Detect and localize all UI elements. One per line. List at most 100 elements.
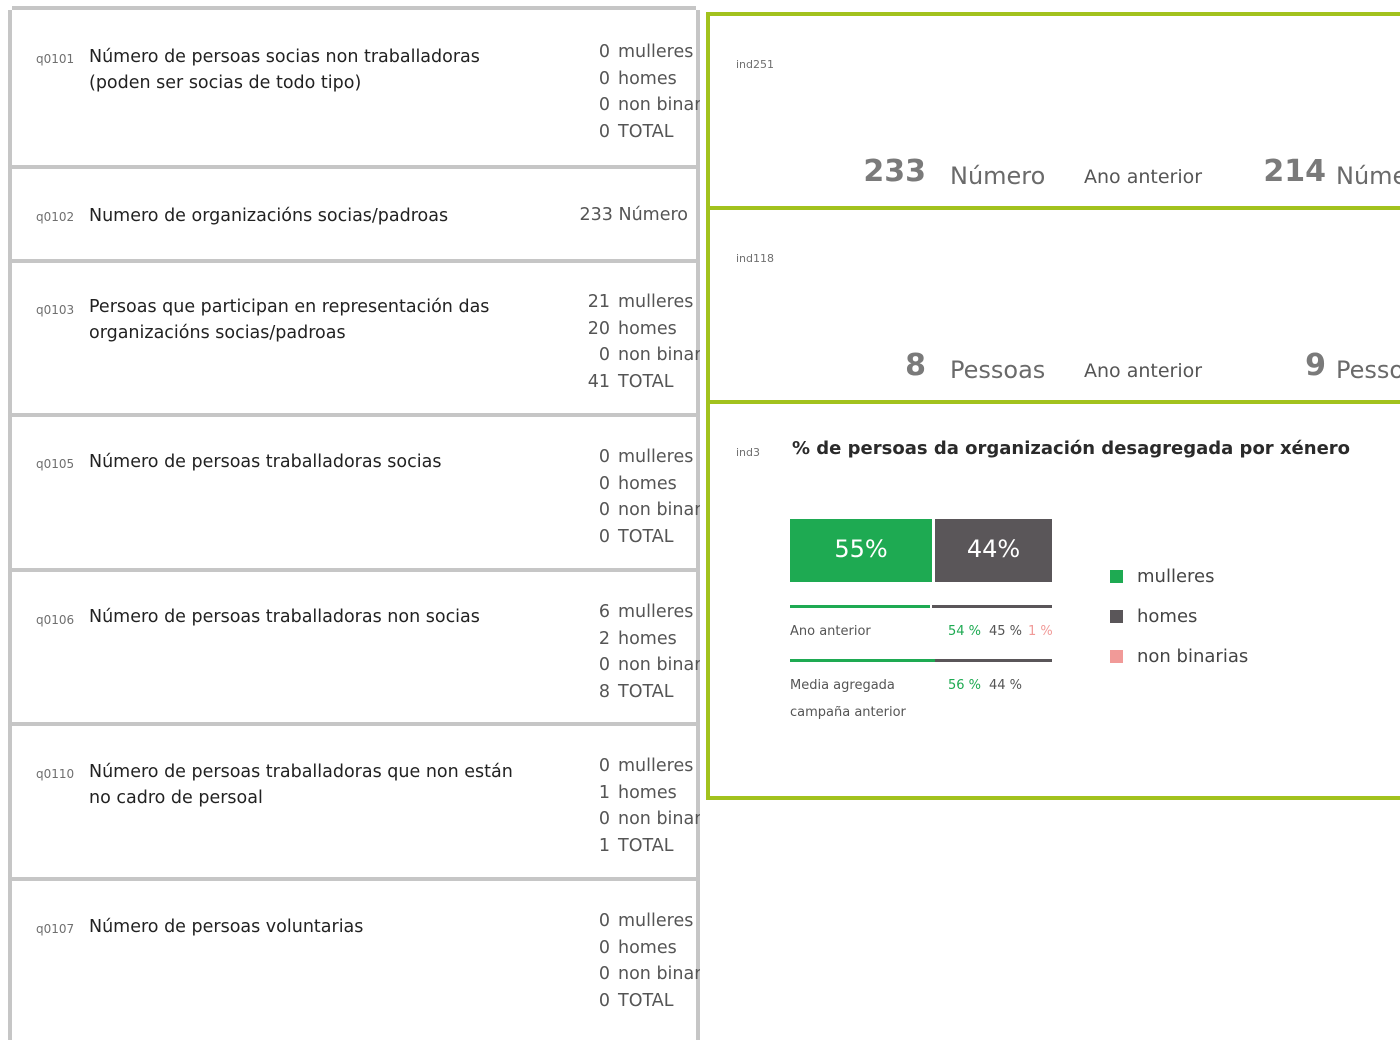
value-label: mulleres [618, 756, 694, 776]
value: 0 [598, 964, 610, 984]
value: 0 [598, 447, 610, 467]
bar-mulleres: 55% [790, 519, 932, 582]
legend-swatch [1110, 610, 1123, 623]
value-label: homes [618, 628, 677, 649]
value-label: non binarias [618, 809, 700, 829]
value: 0 [598, 990, 610, 1011]
question-values: 0 mulleres 1 homes 0 non binarias 1 TOTAL [568, 753, 700, 859]
legend-swatch [1110, 650, 1123, 663]
question-values: 0 mulleres 0 homes 0 non binarias 0 TOTAL [568, 908, 700, 1014]
avg-label-line2: campaña anterior [790, 705, 906, 720]
value-label: TOTAL [618, 835, 674, 856]
value-label: TOTAL [618, 121, 674, 142]
question-text: Número de persoas voluntarias [89, 917, 364, 937]
kpi-prev-value: 9 [1305, 348, 1326, 383]
value: 0 [598, 95, 610, 115]
value: 21 [587, 292, 610, 312]
kpi-prev-label: Ano anterior [1084, 360, 1203, 382]
question-text: Número de persoas socias non traballador… [89, 47, 480, 93]
value: 0 [598, 911, 610, 931]
kpi-prev-value: 214 [1263, 154, 1326, 189]
indicator-ind3: ind3 % de persoas da organización desagr… [706, 400, 1400, 800]
prev-pct-non-binarias: 1 % [1028, 624, 1053, 639]
value: 0 [598, 345, 610, 365]
value-label: mulleres [618, 602, 694, 622]
value: 0 [598, 937, 610, 958]
value-label: mulleres [618, 447, 694, 467]
question-row-q0101: q0101 Número de persoas socias non traba… [12, 6, 700, 166]
value-label: homes [618, 937, 677, 958]
value-label: mulleres [618, 911, 694, 931]
question-code: q0107 [36, 922, 75, 936]
value: 1 [598, 835, 610, 856]
legend-mulleres: mulleres [1110, 566, 1214, 587]
prev-bar-mulleres [790, 605, 930, 608]
question-row-q0105: q0105 Número de persoas traballadoras so… [12, 413, 700, 568]
question-row-q0103: q0103 Persoas que participan en represen… [12, 259, 700, 414]
legend-swatch [1110, 570, 1123, 583]
indicator-ind118: ind118 8 Pessoas Ano anterior 9 Pessoas [706, 206, 1400, 404]
indicator-ind251: ind251 233 Número Ano anterior 214 Númer… [706, 12, 1400, 210]
avg-bar-homes [935, 659, 1052, 662]
question-code: q0110 [36, 767, 75, 781]
question-code: q0101 [36, 52, 75, 66]
value: 0 [598, 526, 610, 547]
value-label: mulleres [618, 292, 694, 312]
kpi-unit: Número [950, 162, 1046, 190]
question-values: 0 mulleres 0 homes 0 non binarias 0 TOTAL [568, 39, 700, 145]
prev-pct-mulleres: 54 % [948, 624, 982, 639]
value: 0 [598, 500, 610, 520]
question-text: Persoas que participan en representación… [89, 297, 490, 343]
question-text: Numero de organizacións socias/padroas [89, 206, 449, 226]
value-label: non binarias [618, 500, 700, 520]
value: 6 [598, 602, 610, 622]
questions-panel: q0101 Número de persoas socias non traba… [8, 6, 700, 1040]
value: 8 [598, 681, 610, 702]
legend-label: mulleres [1137, 566, 1215, 587]
question-values: 6 mulleres 2 homes 0 non binarias 8 TOTAL [568, 599, 700, 705]
value: 2 [598, 628, 610, 649]
avg-label-line1: Media agregada [790, 678, 895, 693]
value-label: TOTAL [618, 990, 674, 1011]
prev-bar-homes [932, 605, 1052, 608]
value: 0 [598, 121, 610, 142]
question-row-q0106: q0106 Número de persoas traballadoras no… [12, 568, 700, 723]
value-label: homes [618, 782, 677, 803]
question-values: 21 mulleres 20 homes 0 non binarias 41 TOTAL [568, 289, 700, 395]
question-row-q0102: q0102 Numero de organizacións socias/pad… [12, 165, 696, 262]
avg-label: Media agregada campaña anterior [790, 672, 906, 726]
legend-label: non binarias [1137, 646, 1249, 667]
legend-homes: homes [1110, 606, 1197, 627]
kpi-value: 233 [863, 154, 926, 189]
value-label: non binarias [618, 964, 700, 984]
question-code: q0105 [36, 457, 75, 471]
question-value: 233 Número [579, 205, 688, 225]
indicator-code: ind251 [736, 58, 775, 71]
value-label: homes [618, 473, 677, 494]
avg-pct-mulleres: 56 % [948, 678, 982, 693]
value-label: TOTAL [618, 526, 674, 547]
value: 0 [598, 42, 610, 62]
question-values: 0 mulleres 0 homes 0 non binarias 0 TOTAL [568, 444, 700, 550]
value-label: mulleres [618, 42, 694, 62]
question-code: q0103 [36, 303, 75, 317]
legend-label: homes [1137, 606, 1198, 627]
question-row-q0110: q0110 Número de persoas traballadoras qu… [12, 722, 700, 877]
prev-label: Ano anterior [790, 624, 871, 639]
kpi-unit: Pessoas [950, 356, 1046, 384]
avg-bar-mulleres [790, 659, 935, 662]
prev-pct-homes: 45 % [989, 624, 1023, 639]
question-row-q0107: q0107 Número de persoas voluntarias 0 mul… [12, 877, 700, 1047]
question-code: q0102 [36, 210, 75, 224]
kpi-prev-unit: Pessoas [1336, 356, 1400, 384]
value-label: non binarias [618, 345, 700, 365]
legend-non-binarias: non binarias [1110, 646, 1248, 667]
kpi-value: 8 [905, 348, 926, 383]
value-label: non binarias [618, 655, 700, 675]
question-code: q0106 [36, 613, 75, 627]
indicator-code: ind3 [736, 446, 761, 459]
value: 0 [598, 809, 610, 829]
value-label: homes [618, 318, 677, 339]
value: 0 [598, 68, 610, 89]
value-label: non binarias [618, 95, 700, 115]
